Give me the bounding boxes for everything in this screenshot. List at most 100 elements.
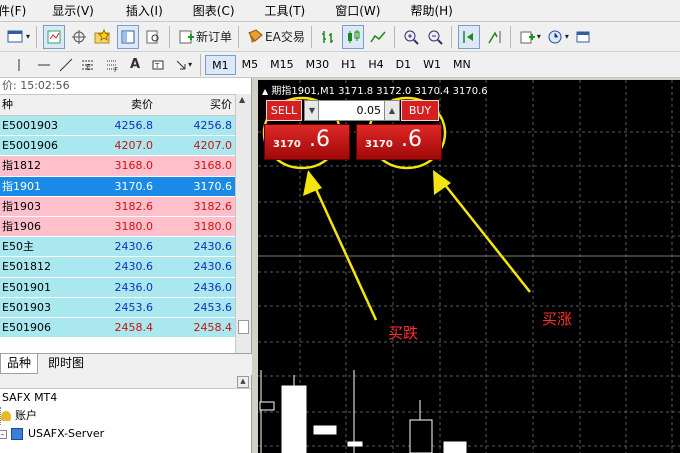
- timeframe-m5[interactable]: M5: [236, 55, 265, 75]
- chart-collapse-icon[interactable]: ▲: [262, 87, 268, 96]
- new-chart-button[interactable]: ▾: [6, 25, 30, 49]
- market-watch-row[interactable]: 指1906 3180.0 3180.0: [0, 216, 251, 238]
- row-bid: 2430.6: [114, 260, 154, 274]
- favorites-button[interactable]: [93, 25, 113, 49]
- templates-button[interactable]: [573, 25, 593, 49]
- magnifier-doc-icon: [143, 27, 163, 47]
- market-watch-row[interactable]: E501812 2430.6 2430.6: [0, 257, 251, 278]
- market-watch-row[interactable]: E501903 2453.6 2453.6: [0, 297, 251, 318]
- market-watch-button[interactable]: [43, 24, 66, 49]
- new-order-label: 新订单: [196, 30, 233, 44]
- menu-help[interactable]: 帮助(H): [410, 2, 460, 19]
- channel-button[interactable]: F: [104, 53, 120, 77]
- navigator-button[interactable]: [117, 24, 140, 49]
- row-ask: 2430.6: [193, 240, 233, 254]
- ea-trading-label: EA交易: [265, 30, 305, 44]
- menu-charts[interactable]: 图表(C): [193, 2, 243, 19]
- lot-increase-button[interactable]: ▲: [384, 100, 400, 121]
- timeframe-m1[interactable]: M1: [205, 54, 236, 75]
- sell-price-button[interactable]: 3170 .6: [264, 124, 350, 160]
- terminal-button[interactable]: [143, 25, 163, 49]
- menu-insert[interactable]: 插入(I): [126, 2, 171, 19]
- line-chart-button[interactable]: [368, 25, 388, 49]
- toolbar-separator: [36, 25, 38, 48]
- chart-shift-button[interactable]: [484, 25, 504, 49]
- toolbar-separator: [200, 53, 202, 76]
- timeframe-w1[interactable]: W1: [417, 55, 447, 75]
- navigator-root[interactable]: SAFX MT4: [0, 389, 251, 407]
- arrows-button[interactable]: ▾: [174, 53, 192, 77]
- row-symbol: E501903: [2, 300, 51, 314]
- timeframe-mn[interactable]: MN: [447, 55, 477, 75]
- scroll-up-icon[interactable]: ▲: [239, 95, 245, 104]
- row-ask: 3168.0: [193, 159, 233, 173]
- zoom-in-button[interactable]: [401, 25, 421, 49]
- market-watch-row[interactable]: 指1901 3170.6 3170.6: [0, 176, 251, 197]
- trendline-button[interactable]: [58, 53, 74, 77]
- scrollbar-thumb[interactable]: [238, 320, 249, 334]
- ea-trading-button[interactable]: EA交易: [245, 25, 305, 49]
- chart-shift-icon: [484, 27, 504, 47]
- market-watch-rows: E5001903 4256.8 4256.8 E5001906 4207.0 4207.0…: [0, 116, 251, 339]
- timeframe-m30[interactable]: M30: [300, 55, 336, 75]
- column-symbol[interactable]: 种: [0, 95, 80, 115]
- menu-tools[interactable]: 工具(T): [265, 2, 314, 19]
- trendline-icon: [59, 58, 73, 71]
- market-watch-row[interactable]: 指1812 3168.0 3168.0: [0, 156, 251, 177]
- bar-chart-button[interactable]: [318, 25, 338, 49]
- ea-icon: [245, 27, 265, 47]
- row-symbol: 指1906: [2, 219, 41, 233]
- fibonacci-button[interactable]: E: [80, 53, 96, 77]
- label-button[interactable]: T: [150, 53, 166, 77]
- chart-title-text: 期指1901,M1 3171.8 3172.0 3170.4 3170.6: [271, 86, 488, 97]
- market-watch-header: 种 卖价 买价: [0, 94, 251, 116]
- chart-window[interactable]: ▲ 期指1901,M1 3171.8 3172.0 3170.4 3170.6 …: [258, 80, 680, 453]
- market-watch-row[interactable]: 指1903 3182.6 3182.6: [0, 196, 251, 217]
- vertical-line-button[interactable]: [14, 53, 24, 77]
- market-watch-row[interactable]: E5001903 4256.8 4256.8: [0, 116, 251, 137]
- line-chart-icon: [368, 27, 388, 47]
- periods-button[interactable]: ▾: [545, 25, 569, 49]
- tab-symbols[interactable]: 品种: [0, 354, 39, 374]
- menu-window[interactable]: 窗口(W): [335, 2, 388, 19]
- menu-file[interactable]: 件(F): [0, 2, 34, 19]
- row-bid: 2453.6: [114, 300, 154, 314]
- timeframe-d1[interactable]: D1: [390, 55, 417, 75]
- column-bid[interactable]: 卖价: [80, 95, 155, 115]
- sell-price-big: .6: [309, 127, 330, 152]
- svg-text:T: T: [154, 62, 160, 70]
- auto-scroll-button[interactable]: [457, 24, 480, 49]
- timeframe-m15[interactable]: M15: [264, 55, 300, 75]
- buy-price-button[interactable]: 3170 .6: [356, 124, 442, 160]
- tab-tick-chart[interactable]: 即时图: [42, 354, 90, 374]
- row-bid: 3182.6: [114, 199, 154, 213]
- new-order-button[interactable]: 新订单: [176, 25, 232, 49]
- buy-button[interactable]: BUY: [401, 100, 439, 121]
- navigator-header: ▲: [0, 375, 251, 389]
- row-ask: 2430.6: [193, 260, 233, 274]
- market-watch-row[interactable]: E501901 2436.0 2436.0: [0, 277, 251, 298]
- scroll-up-icon[interactable]: ▲: [237, 376, 249, 388]
- sell-button[interactable]: SELL: [266, 100, 302, 121]
- row-ask: 3180.0: [193, 219, 233, 233]
- candlestick-button[interactable]: [341, 24, 364, 49]
- navigator-server[interactable]: - USAFX-Server: [0, 425, 251, 443]
- navigator-accounts[interactable]: 账户: [0, 407, 251, 425]
- row-symbol: E501901: [2, 280, 51, 294]
- arrow-icon: [176, 60, 186, 69]
- market-watch-row[interactable]: E50主 2430.6 2430.6: [0, 237, 251, 258]
- column-ask[interactable]: 买价: [155, 95, 234, 115]
- indicators-button[interactable]: ▾: [517, 25, 541, 49]
- timeframe-h4[interactable]: H4: [362, 55, 389, 75]
- timeframe-h1[interactable]: H1: [335, 55, 362, 75]
- market-watch-row[interactable]: E5001906 4207.0 4207.0: [0, 136, 251, 157]
- new-chart-icon: [6, 27, 26, 47]
- zoom-out-button[interactable]: [425, 25, 445, 49]
- crosshair-button[interactable]: [69, 25, 89, 49]
- text-button[interactable]: A: [130, 53, 140, 77]
- market-watch-scrollbar[interactable]: ▲: [235, 94, 251, 353]
- toolbar-separator: [310, 25, 312, 48]
- horizontal-line-button[interactable]: [36, 53, 52, 77]
- menu-view[interactable]: 显示(V): [52, 2, 102, 19]
- market-watch-row[interactable]: E501906 2458.4 2458.4: [0, 317, 251, 339]
